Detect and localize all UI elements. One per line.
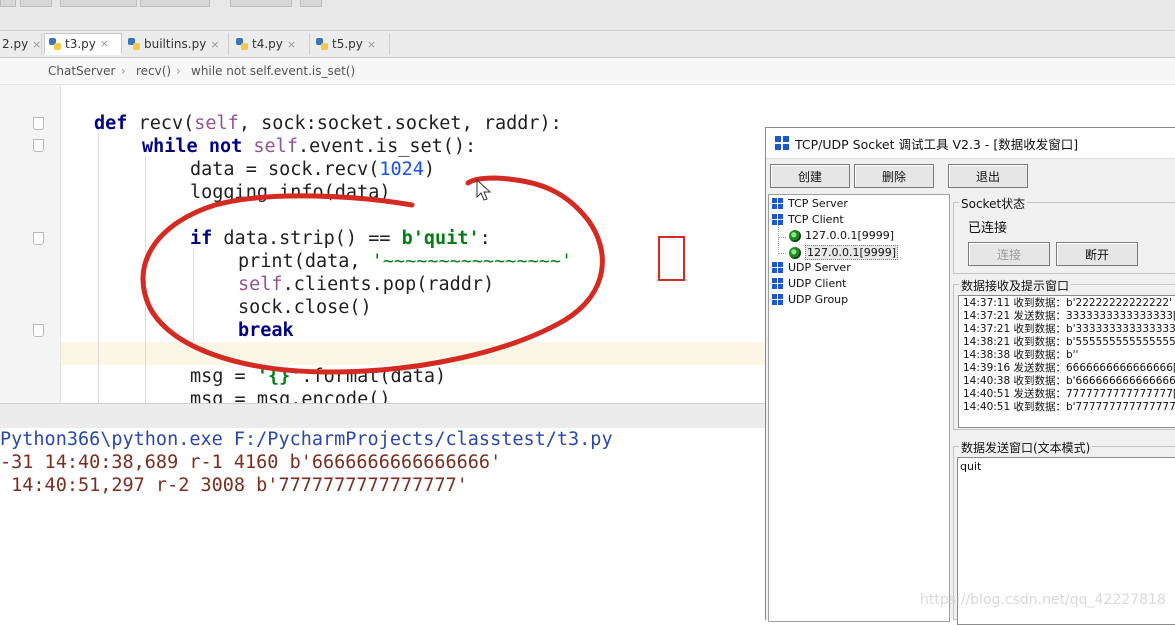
fold-marker[interactable]	[33, 232, 44, 245]
socket-status-group: Socket状态 已连接 连接 断开	[953, 195, 1175, 274]
receive-log[interactable]: 14:37:11 收到数据：b'22222222222222' 14:37:21…	[958, 295, 1175, 428]
connection-globe-icon	[789, 229, 801, 242]
log-entry: 14:37:21 收到数据：b'3333333333333333'	[963, 323, 1175, 335]
console-line: -31 14:40:38,689 r-1 4160 b'666666666666…	[0, 452, 502, 473]
tab-t4-py[interactable]: t4.py ×	[232, 33, 310, 55]
log-entry: 14:40:51 收到数据：b'7777777777777777'	[963, 401, 1175, 413]
breadcrumb-separator: ›	[176, 64, 181, 78]
console-line: 14:40:51,297 r-2 3008 b'7777777777777777…	[0, 475, 468, 496]
delete-button[interactable]: 删除	[854, 164, 934, 188]
create-button[interactable]: 创建	[770, 164, 850, 188]
tree-item-tcp-server[interactable]: TCP Server	[772, 197, 848, 210]
watermark: https://blog.csdn.net/qq_42227818	[920, 592, 1166, 608]
breadcrumb-item-loop[interactable]: while not self.event.is_set()	[191, 64, 355, 78]
fold-marker[interactable]	[33, 139, 44, 152]
connection-tree[interactable]: TCP Server TCP Client 127.0.0.1[9999] 12…	[768, 194, 950, 622]
indent-guide	[98, 133, 99, 403]
tree-item-udp-client[interactable]: UDP Client	[772, 277, 847, 290]
code-line: msg = '{}'.format(data)	[190, 366, 447, 387]
code-line: msg = msg.encode()	[190, 389, 391, 403]
python-file-icon	[128, 38, 140, 50]
window-title: TCP/UDP Socket 调试工具 V2.3 - [数据收发窗口]	[795, 136, 1079, 152]
connect-button[interactable]: 连接	[968, 242, 1050, 266]
python-file-icon	[49, 37, 61, 50]
code-line: data = sock.recv(1024)	[190, 159, 436, 180]
tree-item-udp-server[interactable]: UDP Server	[772, 261, 851, 274]
close-icon[interactable]: ×	[367, 38, 376, 51]
close-icon[interactable]: ×	[287, 38, 296, 51]
indent-guide	[193, 249, 194, 341]
code-line: self.clients.pop(raddr)	[238, 274, 495, 295]
tcp-udp-tool-window: TCP/UDP Socket 调试工具 V2.3 - [数据收发窗口] 创建 删…	[765, 127, 1175, 625]
log-entry: 14:37:11 收到数据：b'22222222222222'	[963, 297, 1172, 309]
tree-item-udp-group[interactable]: UDP Group	[772, 293, 848, 306]
log-entry: 14:37:21 发送数据：3333333333333333[1次]	[963, 310, 1175, 322]
exit-button[interactable]: 退出	[948, 164, 1028, 188]
tab-label: t4.py	[252, 37, 283, 51]
editor-tab-bar: 2.py × t3.py × builtins.py × t4.py × t5.…	[0, 31, 1175, 58]
console-line: Python366\python.exe F:/PycharmProjects/…	[0, 429, 613, 450]
close-icon[interactable]: ×	[32, 38, 41, 51]
close-icon[interactable]: ×	[100, 37, 109, 50]
folder-icon	[772, 261, 784, 274]
folder-icon	[772, 293, 784, 306]
log-entry: 14:39:16 发送数据：6666666666666666[1次]	[963, 362, 1175, 374]
code-line: logging.info(data)	[190, 182, 391, 203]
tree-item-client-connection[interactable]: 127.0.0.1[9999]	[789, 229, 894, 242]
disconnect-button[interactable]: 断开	[1056, 242, 1138, 266]
code-line: print(data, '~~~~~~~~~~~~~~~~'	[238, 251, 573, 272]
receive-window-label: 数据接收及提示窗口	[959, 277, 1072, 294]
tree-item-tcp-client[interactable]: TCP Client	[772, 213, 844, 226]
folder-icon	[772, 213, 784, 226]
send-text-value: quit	[960, 460, 982, 473]
folder-icon	[772, 197, 784, 210]
tab-2-py[interactable]: 2.py ×	[0, 33, 42, 55]
close-icon[interactable]: ×	[210, 38, 219, 51]
folder-icon	[772, 277, 784, 290]
tab-t5-py[interactable]: t5.py ×	[312, 33, 390, 55]
tab-label: t5.py	[332, 37, 363, 51]
breadcrumb-item-class[interactable]: ChatServer	[48, 64, 115, 78]
code-line: break	[238, 320, 294, 341]
tree-item-client-connection-selected[interactable]: 127.0.0.1[9999]	[789, 245, 899, 260]
code-line: sock.close()	[238, 297, 372, 318]
tab-t3-py[interactable]: t3.py ×	[44, 33, 122, 55]
connection-globe-icon	[789, 246, 801, 259]
app-icon	[775, 136, 789, 150]
receive-window-group: 数据接收及提示窗口 14:37:11 收到数据：b'22222222222222…	[953, 277, 1175, 430]
breadcrumb: ChatServer › recv() › while not self.eve…	[0, 58, 1175, 85]
indent-guide	[145, 157, 146, 403]
log-entry: 14:38:38 收到数据：b''	[963, 349, 1079, 361]
socket-status-label: Socket状态	[959, 195, 1028, 212]
code-line: def recv(self, sock:socket.socket, raddr…	[94, 113, 562, 134]
connection-status: 已连接	[968, 221, 1008, 236]
python-file-icon	[236, 38, 248, 50]
fold-marker[interactable]	[33, 117, 44, 130]
tab-label: builtins.py	[144, 37, 207, 51]
send-window-label: 数据发送窗口(文本模式)	[959, 439, 1093, 456]
log-entry: 14:38:21 收到数据：b'555555555555555'	[963, 336, 1175, 348]
breadcrumb-item-method[interactable]: recv()	[136, 64, 171, 78]
window-titlebar[interactable]: TCP/UDP Socket 调试工具 V2.3 - [数据收发窗口]	[766, 128, 1175, 159]
fold-marker[interactable]	[33, 324, 44, 337]
tab-label: t3.py	[65, 36, 96, 51]
code-line: while not self.event.is_set():	[142, 136, 477, 157]
editor-gutter	[0, 85, 61, 403]
code-line: if data.strip() == b'quit':	[190, 228, 491, 249]
log-entry: 14:40:38 收到数据：b'6666666666666666'	[963, 375, 1175, 387]
ide-toolbar	[0, 0, 1175, 31]
python-file-icon	[316, 38, 328, 50]
log-entry: 14:40:51 发送数据：7777777777777777[1次]	[963, 388, 1175, 400]
breadcrumb-separator: ›	[121, 64, 126, 78]
tab-builtins-py[interactable]: builtins.py ×	[124, 33, 229, 55]
tab-label: 2.py	[2, 37, 29, 51]
